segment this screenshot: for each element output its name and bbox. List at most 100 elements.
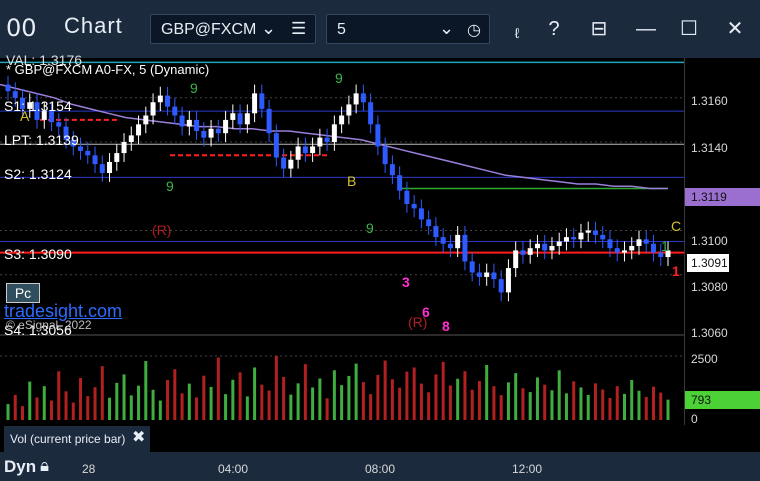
copyright-text: © eSignal, 2022 — [6, 318, 92, 332]
volume-bar — [303, 364, 307, 420]
volume-tick: 2500 — [691, 352, 718, 366]
candle-body — [621, 250, 627, 253]
price-chart[interactable]: VAL: 1.3176 * GBP@FXCM A0-FX, 5 (Dynamic… — [0, 52, 684, 425]
candle-body — [527, 248, 533, 255]
volume-bar — [361, 382, 365, 420]
candle-body — [12, 91, 18, 98]
volume-bar — [100, 366, 104, 420]
list-icon[interactable]: ☰ — [291, 19, 306, 39]
volume-bar — [340, 385, 344, 420]
pc-button[interactable]: Pc — [6, 283, 40, 303]
volume-bar — [419, 383, 423, 420]
candle-body — [121, 142, 127, 154]
candle-body — [592, 230, 598, 235]
candle-body — [426, 219, 432, 227]
volume-bar — [586, 394, 590, 420]
candle-body — [208, 128, 214, 138]
volume-bar — [564, 393, 568, 420]
candle-body — [346, 104, 352, 116]
volume-bar — [311, 387, 315, 420]
marker-r1: (R) — [152, 222, 172, 238]
candle-body — [230, 113, 236, 120]
candle-body — [244, 113, 250, 125]
close-icon[interactable]: ✖ — [132, 427, 145, 447]
time-label: 12:00 — [512, 462, 543, 476]
volume-study-tab[interactable]: Vol (current price bar) ✖ — [4, 426, 150, 452]
volume-bar — [267, 390, 271, 420]
chevron-down-icon[interactable]: ⌄ — [439, 18, 454, 39]
candle-body — [397, 175, 403, 191]
volume-bar — [369, 394, 373, 420]
candle-body — [484, 272, 490, 277]
draw-tool-icon[interactable]: ℓ — [508, 18, 526, 48]
candle-body — [650, 243, 656, 253]
candle-body — [215, 128, 221, 134]
price-tick: 1.3160 — [691, 94, 728, 108]
volume-bar — [492, 386, 496, 420]
symbol-value: GBP@FXCM — [161, 21, 257, 38]
price-axis[interactable]: 1.3160 1.3140 1.3119 1.3100 1.3091 1.308… — [684, 58, 760, 426]
volume-bar — [238, 372, 242, 420]
candle-body — [643, 239, 649, 244]
candle-body — [476, 272, 482, 277]
volume-bar — [282, 376, 286, 420]
volume-bar — [224, 394, 228, 420]
candle-body — [136, 124, 142, 136]
volume-bar — [434, 374, 438, 420]
price-tick: 1.3140 — [691, 141, 728, 155]
candle-body — [469, 261, 475, 273]
volume-study-label: Vol (current price bar) — [10, 432, 126, 446]
candle-body — [157, 95, 163, 103]
layout-icon[interactable]: ⊟ — [586, 14, 612, 44]
pivot-label-s2: S2: 1.3124 — [4, 166, 72, 182]
mode-label[interactable]: Dyn — [4, 457, 36, 477]
candle-body — [281, 157, 287, 169]
volume-bar — [347, 375, 351, 420]
candle-body — [324, 137, 330, 143]
candle-body — [382, 146, 388, 165]
candle-body — [513, 250, 519, 269]
candle-body — [201, 130, 207, 138]
volume-bar — [35, 397, 39, 420]
candle-body — [498, 279, 504, 293]
candle-body — [447, 243, 453, 249]
volume-bar — [151, 389, 155, 420]
symbol-selector[interactable]: GBP@FXCM ⌄ ☰ — [150, 14, 316, 44]
candle-body — [107, 161, 113, 173]
maximize-icon[interactable]: ☐ — [676, 14, 702, 44]
close-icon[interactable]: ✕ — [722, 14, 748, 44]
volume-bar — [463, 371, 467, 420]
clock-icon[interactable]: ◷ — [467, 20, 481, 40]
volume-bar — [499, 395, 503, 420]
volume-bar — [21, 406, 25, 420]
price-tick: 1.3060 — [691, 326, 728, 340]
volume-bar — [79, 377, 83, 420]
marker-1-red: 1 — [672, 263, 680, 279]
volume-bar — [86, 396, 90, 420]
volume-bar — [173, 369, 177, 420]
volume-bar — [137, 385, 141, 420]
chevron-down-icon[interactable]: ⌄ — [261, 18, 276, 39]
volume-bar — [216, 357, 220, 420]
interval-selector[interactable]: 5 ⌄ ◷ — [326, 14, 490, 44]
candle-body — [317, 137, 323, 147]
time-axis-bar[interactable]: Dyn 🔒︎ 28 04:00 08:00 12:00 — [0, 452, 760, 481]
volume-bar — [506, 382, 510, 420]
help-icon[interactable]: ? — [542, 14, 566, 44]
pivot-label-lpt: LPT: 1.3139 — [4, 132, 79, 148]
price-highlight-current: 1.3091 — [687, 254, 729, 272]
minimize-icon[interactable]: — — [634, 14, 658, 44]
marker-c: C — [671, 218, 682, 234]
volume-bar — [448, 385, 452, 420]
lock-icon[interactable]: 🔒︎ — [40, 456, 49, 476]
candle-body — [556, 241, 562, 246]
volume-bar — [644, 396, 648, 420]
volume-bar — [122, 374, 126, 420]
chart-canvas[interactable] — [0, 58, 684, 425]
marker-9-b: 9 — [166, 178, 174, 194]
volume-bar — [325, 398, 329, 420]
volume-bar — [470, 389, 474, 420]
volume-bar — [93, 387, 97, 420]
volume-bar — [296, 383, 300, 420]
marker-a: A — [20, 108, 30, 124]
